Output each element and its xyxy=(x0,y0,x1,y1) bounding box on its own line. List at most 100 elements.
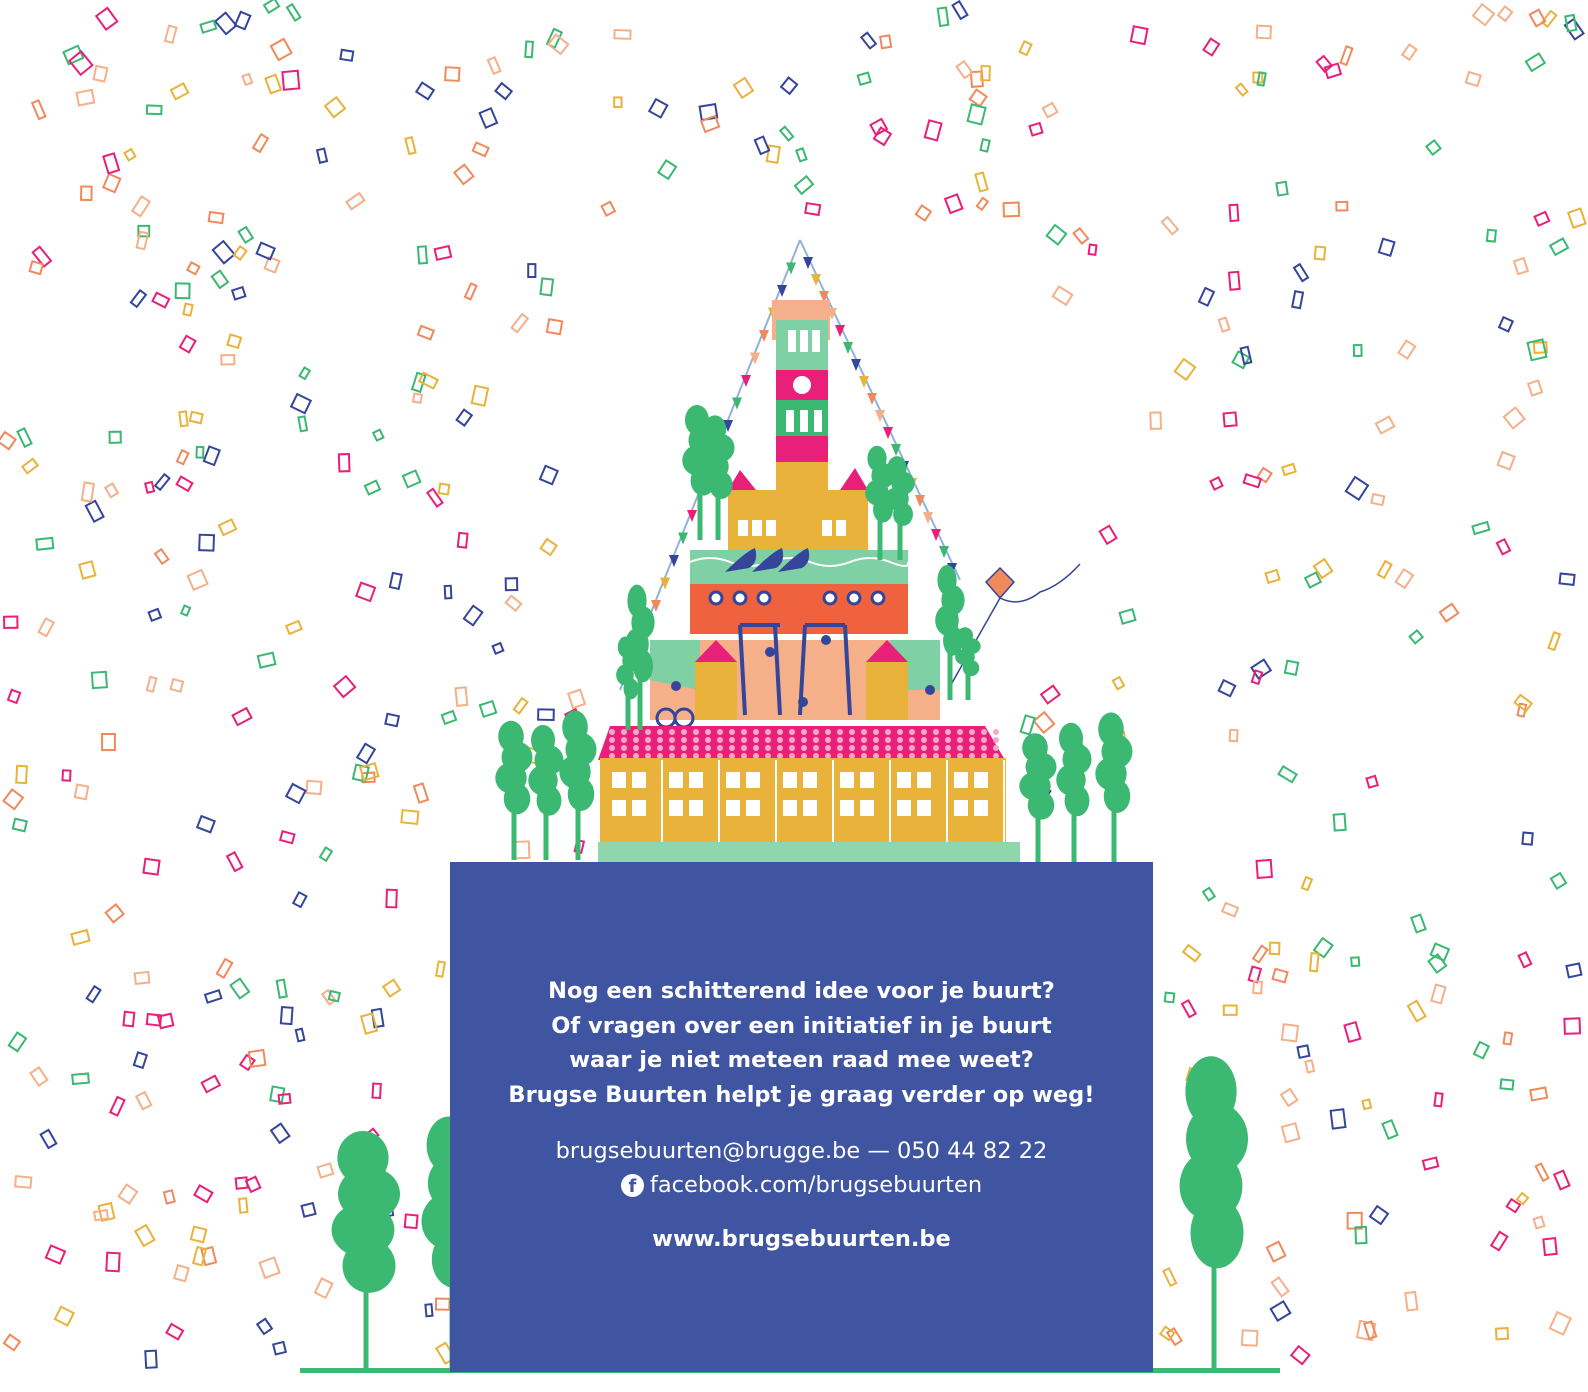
roof-tile xyxy=(717,745,723,751)
roof-tile xyxy=(633,745,639,751)
house-window xyxy=(917,772,931,788)
roof-tile xyxy=(729,745,735,751)
roof-tile xyxy=(969,737,975,743)
email-phone[interactable]: brugsebuurten@brugge.be — 050 44 82 22 xyxy=(450,1134,1153,1168)
roof-tile xyxy=(801,745,807,751)
roof-tile xyxy=(789,745,795,751)
roof-tile xyxy=(957,745,963,751)
roof-tile xyxy=(765,729,771,735)
house-window xyxy=(689,772,703,788)
rooftops xyxy=(598,726,1005,760)
info-panel: Nog een schitterend idee voor je buurt? … xyxy=(450,862,1153,1372)
roof-tile xyxy=(789,737,795,743)
house-window xyxy=(612,800,626,816)
roof-tile xyxy=(897,729,903,735)
roof-tile xyxy=(837,729,843,735)
roof-tile xyxy=(753,745,759,751)
roof-tile xyxy=(789,729,795,735)
roof-tile xyxy=(765,737,771,743)
roof-tile xyxy=(609,729,615,735)
roof-tile xyxy=(861,737,867,743)
roof-tile xyxy=(873,745,879,751)
roof-tile xyxy=(825,729,831,735)
roof-tile xyxy=(765,745,771,751)
roof-tile xyxy=(981,737,987,743)
roof-tile xyxy=(909,745,915,751)
roof-tile xyxy=(933,729,939,735)
message-line-4: Brugse Buurten helpt je graag verder op … xyxy=(508,1081,1095,1108)
roof-tile xyxy=(873,737,879,743)
roof-tile xyxy=(885,729,891,735)
house-window xyxy=(632,800,646,816)
roof-tile xyxy=(669,745,675,751)
roof-tile xyxy=(837,737,843,743)
roof-tile xyxy=(717,729,723,735)
roof-tile xyxy=(813,737,819,743)
house-window xyxy=(974,800,988,816)
roof-tile xyxy=(621,737,627,743)
tree xyxy=(1179,1056,1248,1372)
red-tier xyxy=(690,584,908,634)
roof-tile xyxy=(753,737,759,743)
house-window xyxy=(746,772,760,788)
roof-tile xyxy=(861,745,867,751)
roof-tile xyxy=(645,729,651,735)
tree xyxy=(559,710,597,860)
roof-tile xyxy=(741,729,747,735)
house-window xyxy=(954,800,968,816)
roof-tile xyxy=(741,737,747,743)
roof-tile xyxy=(897,737,903,743)
roof-tile xyxy=(873,729,879,735)
roof-tile xyxy=(609,745,615,751)
facebook-row[interactable]: f facebook.com/brugsebuurten xyxy=(450,1168,1153,1202)
house-window xyxy=(726,772,740,788)
roof-tile xyxy=(957,737,963,743)
roof-tile xyxy=(921,745,927,751)
roof-tile xyxy=(933,737,939,743)
roof-tile xyxy=(693,745,699,751)
house-window xyxy=(726,800,740,816)
roof-tile xyxy=(777,737,783,743)
roof-tile xyxy=(921,729,927,735)
roof-tile xyxy=(693,737,699,743)
roof-tile xyxy=(705,729,711,735)
facebook-icon: f xyxy=(620,1173,644,1197)
roof-tile xyxy=(669,737,675,743)
house-window xyxy=(974,772,988,788)
grass-strip xyxy=(598,842,1020,864)
contact-info: brugsebuurten@brugge.be — 050 44 82 22 f… xyxy=(450,1134,1153,1202)
tree xyxy=(1056,722,1092,862)
roof-tile xyxy=(621,745,627,751)
roof-tile xyxy=(753,729,759,735)
roof-tile xyxy=(681,745,687,751)
house-window xyxy=(612,772,626,788)
roof-tile xyxy=(801,729,807,735)
playground-tier xyxy=(650,623,940,729)
house-window xyxy=(897,800,911,816)
roof-tile xyxy=(657,737,663,743)
castle xyxy=(728,462,868,552)
roof-tile xyxy=(693,729,699,735)
roof-tile xyxy=(981,729,987,735)
roof-tile xyxy=(909,737,915,743)
roof-tile xyxy=(777,729,783,735)
house-window xyxy=(783,800,797,816)
facebook-link[interactable]: facebook.com/brugsebuurten xyxy=(650,1168,982,1202)
house-window xyxy=(860,800,874,816)
house-window xyxy=(783,772,797,788)
roof-tile xyxy=(849,737,855,743)
roof-tile xyxy=(825,737,831,743)
tree xyxy=(528,724,564,860)
roof-tile xyxy=(993,729,999,735)
roof-tile xyxy=(645,745,651,751)
roof-tile xyxy=(969,729,975,735)
house-window xyxy=(897,772,911,788)
website-link[interactable]: www.brugsebuurten.be xyxy=(450,1226,1153,1252)
roof-tile xyxy=(921,737,927,743)
roof-tile xyxy=(633,737,639,743)
message-line-2: Of vragen over een initiatief in je buur… xyxy=(551,1012,1052,1039)
house-window xyxy=(840,772,854,788)
house-window xyxy=(860,772,874,788)
row-houses xyxy=(600,758,1006,842)
canal-with-swans xyxy=(689,548,910,584)
